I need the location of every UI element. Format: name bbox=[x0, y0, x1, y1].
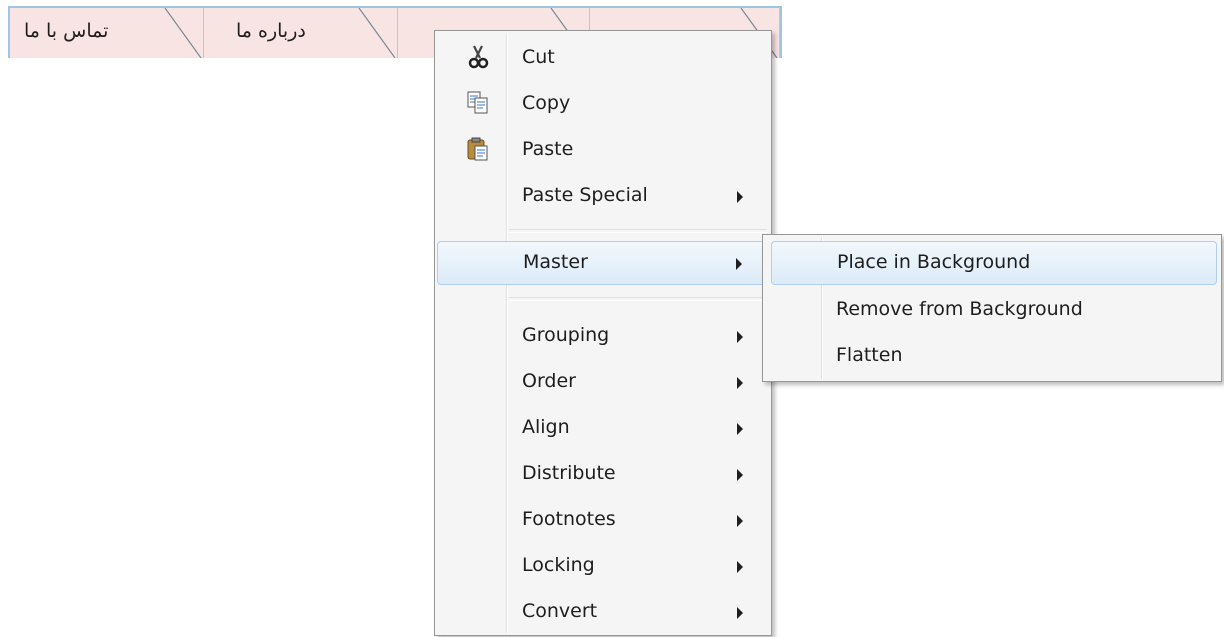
copy-icon bbox=[467, 91, 488, 114]
tab-about-us[interactable]: درباره ما bbox=[204, 8, 398, 58]
menu-item-label: Convert bbox=[522, 600, 598, 622]
submenu-arrow-icon bbox=[737, 561, 743, 573]
submenu-item-label: Place in Background bbox=[837, 251, 1031, 273]
menu-item-paste[interactable]: Paste bbox=[437, 129, 769, 173]
menu-item-locking[interactable]: Locking bbox=[437, 545, 769, 589]
menu-item-label: Copy bbox=[522, 92, 571, 114]
submenu-item-remove-from-background[interactable]: Remove from Background bbox=[771, 289, 1217, 333]
submenu-arrow-icon bbox=[737, 331, 743, 343]
menu-item-order[interactable]: Order bbox=[437, 361, 769, 405]
submenu-arrow-icon bbox=[737, 469, 743, 481]
submenu-arrow-icon bbox=[737, 515, 743, 527]
menu-item-master[interactable]: Master bbox=[437, 241, 769, 285]
submenu-arrow-icon bbox=[736, 258, 742, 270]
menu-item-label: Paste bbox=[522, 138, 574, 160]
paste-icon bbox=[467, 137, 488, 161]
menu-item-label: Paste Special bbox=[522, 184, 648, 206]
menu-item-label: Cut bbox=[522, 46, 555, 68]
menu-item-grouping[interactable]: Grouping bbox=[437, 315, 769, 359]
menu-item-align[interactable]: Align bbox=[437, 407, 769, 451]
menu-item-label: Order bbox=[522, 370, 576, 392]
tab-corner-fold bbox=[358, 8, 396, 58]
scissors-icon bbox=[468, 45, 489, 69]
submenu-arrow-icon bbox=[737, 377, 743, 389]
menu-item-label: Grouping bbox=[522, 324, 610, 346]
menu-item-copy[interactable]: Copy bbox=[437, 83, 769, 127]
tab-contact-us[interactable]: تماس با ما bbox=[10, 8, 204, 58]
tab-label: تماس با ما bbox=[24, 20, 109, 42]
submenu-arrow-icon bbox=[737, 607, 743, 619]
menu-item-convert[interactable]: Convert bbox=[437, 591, 769, 635]
tab-corner-fold bbox=[164, 8, 202, 58]
tab-label: درباره ما bbox=[236, 20, 306, 42]
menu-item-label: Locking bbox=[522, 554, 595, 576]
submenu-item-flatten[interactable]: Flatten bbox=[771, 335, 1217, 379]
menu-separator bbox=[509, 229, 767, 233]
context-menu: Cut Copy Paste Paste Special Master Grou… bbox=[434, 30, 772, 636]
menu-item-label: Master bbox=[523, 251, 588, 273]
menu-item-label: Footnotes bbox=[522, 508, 616, 530]
menu-item-label: Align bbox=[522, 416, 570, 438]
submenu-item-label: Remove from Background bbox=[836, 298, 1083, 320]
menu-item-label: Distribute bbox=[522, 462, 616, 484]
menu-separator bbox=[509, 297, 767, 301]
menu-item-paste-special[interactable]: Paste Special bbox=[437, 175, 769, 219]
menu-item-distribute[interactable]: Distribute bbox=[437, 453, 769, 497]
submenu-item-place-in-background[interactable]: Place in Background bbox=[771, 241, 1217, 285]
menu-item-cut[interactable]: Cut bbox=[437, 37, 769, 81]
master-submenu: Place in Background Remove from Backgrou… bbox=[762, 234, 1222, 382]
submenu-item-label: Flatten bbox=[836, 344, 903, 366]
submenu-arrow-icon bbox=[737, 423, 743, 435]
menu-item-footnotes[interactable]: Footnotes bbox=[437, 499, 769, 543]
submenu-arrow-icon bbox=[737, 191, 743, 203]
